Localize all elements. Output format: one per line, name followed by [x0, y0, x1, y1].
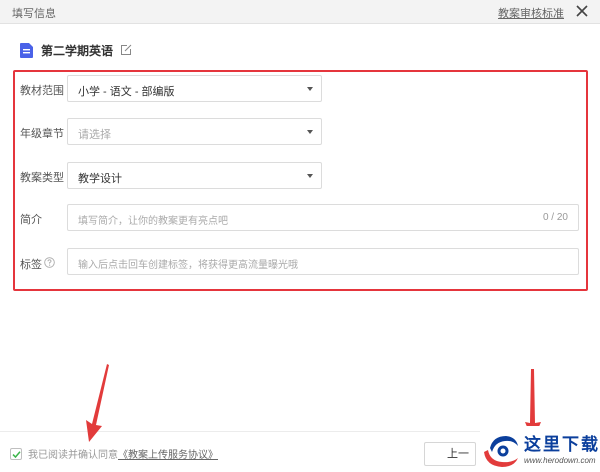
- document-header: 第二学期英语: [20, 41, 132, 59]
- type-value: 教学设计: [78, 173, 122, 185]
- dialog-titlebar: 填写信息 教案审核标准: [0, 0, 600, 24]
- agreement-text: 我已阅读并确认同意: [28, 450, 118, 461]
- chevron-down-icon: [307, 130, 313, 134]
- intro-input[interactable]: 填写简介，让你的教案更有亮点吧 0 / 20: [67, 204, 579, 231]
- review-standard-link[interactable]: 教案审核标准: [498, 5, 564, 21]
- previous-button[interactable]: 上一: [424, 442, 476, 466]
- textbook-value: 小学 - 语文 - 部编版: [78, 86, 175, 98]
- watermark-url: www.herodown.com: [524, 456, 596, 465]
- annotation-arrow-icon: [86, 364, 109, 442]
- chapter-label: 年级章节: [20, 128, 64, 140]
- chevron-down-icon: [307, 87, 313, 91]
- watermark-logo-icon: [484, 436, 518, 467]
- document-icon: [20, 42, 33, 58]
- textbook-label: 教材范围: [20, 85, 64, 97]
- tags-placeholder: 输入后点击回车创建标签，将获得更高流量曝光哦: [78, 260, 298, 271]
- watermark-text: 这里下载: [524, 435, 600, 455]
- check-icon: [12, 450, 21, 458]
- tags-input[interactable]: 输入后点击回车创建标签，将获得更高流量曝光哦: [67, 248, 579, 275]
- document-title: 第二学期英语: [41, 43, 114, 58]
- intro-placeholder: 填写简介，让你的教案更有亮点吧: [78, 216, 228, 227]
- intro-char-counter: 0 / 20: [542, 212, 568, 223]
- agreement-row: 我已阅读并确认同意 《教案上传服务协议》: [10, 446, 218, 461]
- agreement-link[interactable]: 《教案上传服务协议》: [118, 446, 218, 461]
- chevron-down-icon: [307, 174, 313, 178]
- chapter-placeholder: 请选择: [78, 129, 111, 141]
- intro-label: 简介: [20, 214, 42, 226]
- agreement-checkbox[interactable]: [10, 447, 22, 460]
- close-icon[interactable]: [574, 3, 590, 19]
- tags-label: 标签: [20, 259, 42, 271]
- edit-icon[interactable]: [120, 44, 132, 56]
- dialog-title: 填写信息: [12, 8, 56, 20]
- textbook-select[interactable]: 小学 - 语文 - 部编版: [67, 75, 322, 102]
- chapter-select[interactable]: 请选择: [67, 118, 322, 145]
- type-label: 教案类型: [20, 172, 64, 184]
- help-icon[interactable]: [44, 257, 55, 268]
- type-select[interactable]: 教学设计: [67, 162, 322, 189]
- watermark: 这里下载 www.herodown.com: [480, 426, 600, 472]
